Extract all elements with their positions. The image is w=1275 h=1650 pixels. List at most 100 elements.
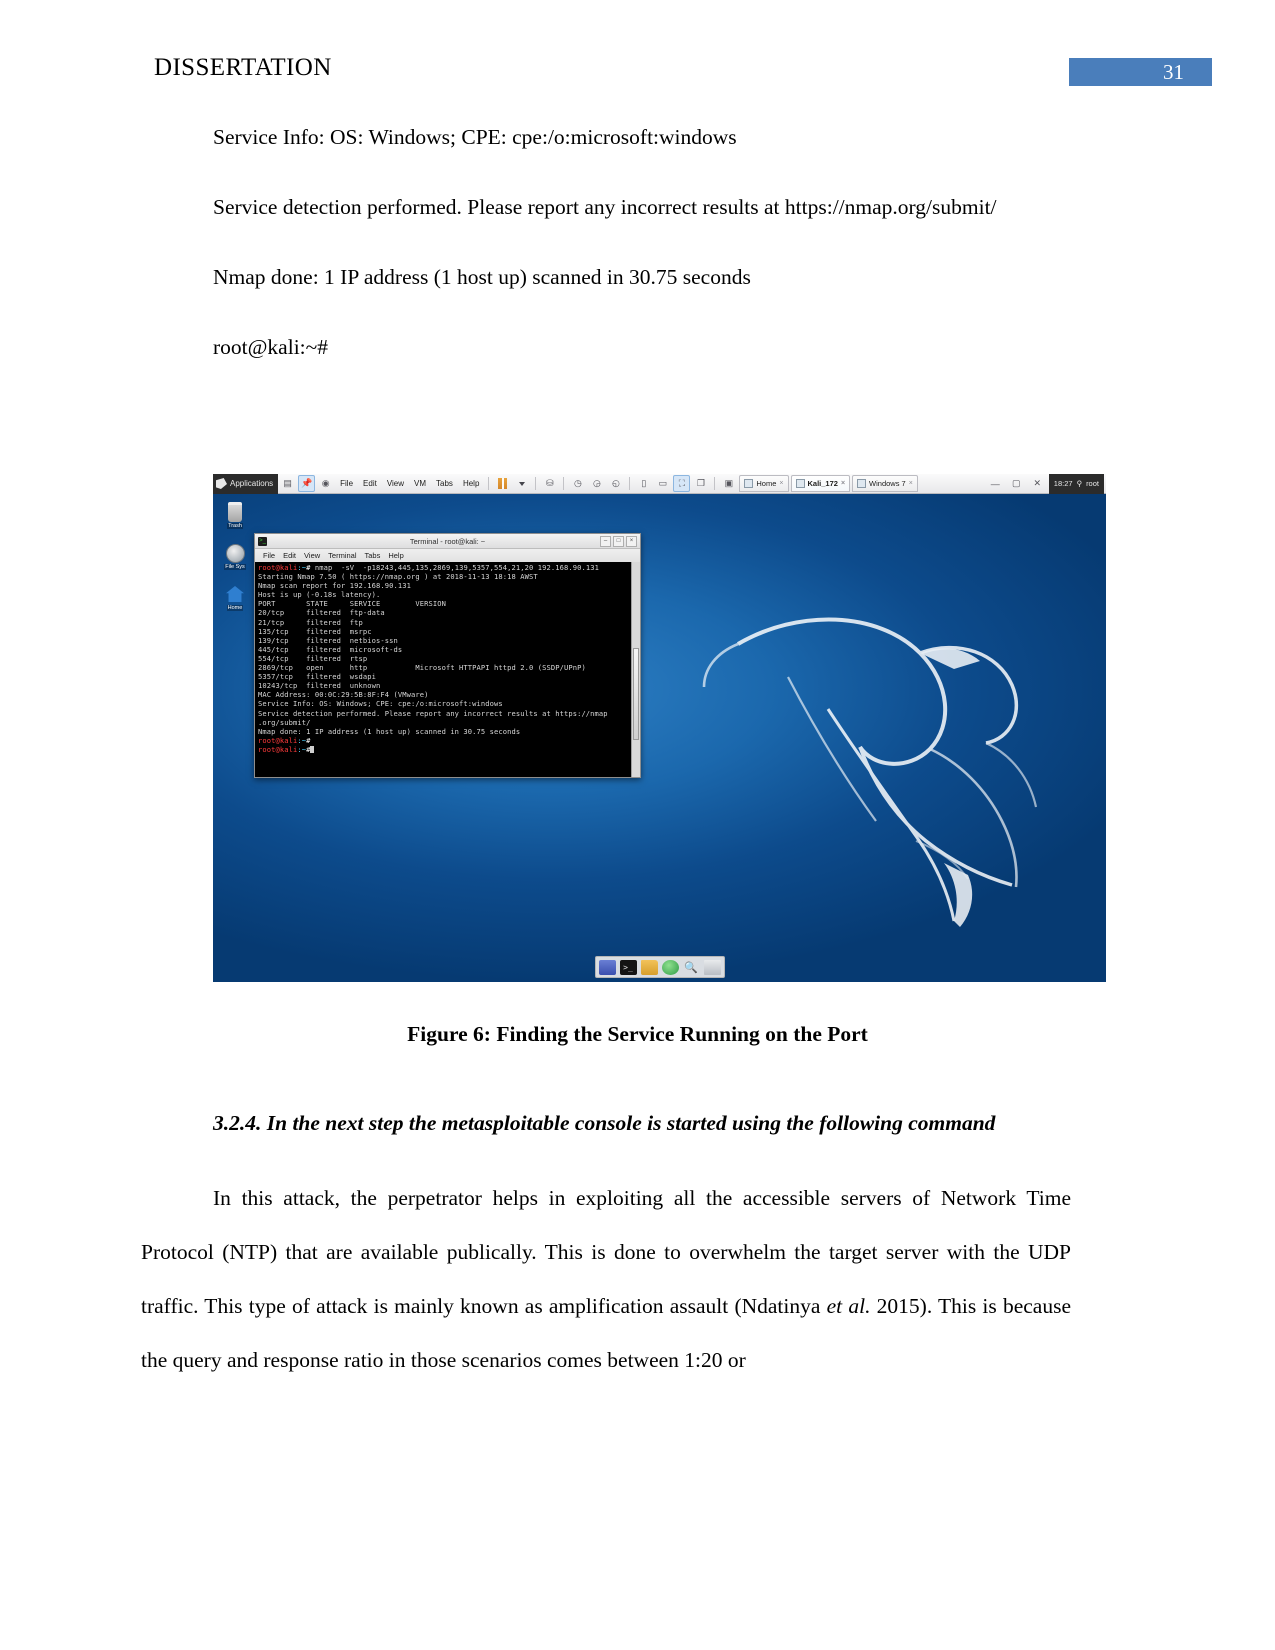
snapshot-icon[interactable]: ⛁ xyxy=(541,475,558,492)
revert-snapshot-icon[interactable]: ◶ xyxy=(588,475,605,492)
vm-menu-file[interactable]: File xyxy=(335,479,358,488)
terminal-prompt-tail: # xyxy=(306,735,311,745)
files-icon[interactable] xyxy=(703,959,721,975)
vm-tab-home-label: Home xyxy=(756,479,777,488)
vm-tab-kali-label: Kali_172 xyxy=(807,479,838,488)
terminal-output-line: 10243/tcp filtered unknown xyxy=(258,681,381,691)
desktop-icon-trash[interactable]: Trash xyxy=(225,502,245,529)
terminal-command-text: nmap -sV -p18243,445,135,2869,139,5357,5… xyxy=(314,563,599,572)
vm-tab-windows7[interactable]: Windows 7 × xyxy=(852,475,918,492)
unity-mode-icon[interactable]: ❐ xyxy=(692,475,709,492)
browser-globe-icon[interactable] xyxy=(661,959,679,975)
vm-tab-icon xyxy=(795,479,805,488)
vm-tab-kali[interactable]: Kali_172 × xyxy=(790,475,851,492)
terminal-scrollbar[interactable] xyxy=(631,562,640,777)
new-tab-icon[interactable]: ▣ xyxy=(720,475,737,492)
page-number: 31 xyxy=(1163,60,1184,84)
terminal-scrollbar-thumb[interactable] xyxy=(633,648,639,741)
maximize-icon[interactable]: □ xyxy=(613,535,624,547)
terminal-menu-view[interactable]: View xyxy=(300,551,324,560)
close-icon[interactable]: × xyxy=(909,480,913,487)
close-icon[interactable]: × xyxy=(841,480,845,487)
terminal-menu-file[interactable]: File xyxy=(259,551,279,560)
terminal-output-line: .org/submit/ xyxy=(258,717,311,727)
close-icon[interactable]: × xyxy=(779,480,783,487)
desktop-icon-home-label: Home xyxy=(226,605,244,611)
suspend-icon[interactable] xyxy=(494,475,511,492)
terminal-window-buttons: – □ × xyxy=(600,535,637,547)
terminal-title: Terminal - root@kali: ~ xyxy=(409,536,486,546)
terminal-prompt-path: :~ xyxy=(297,563,307,572)
section-heading-3-2-4: 3.2.4. In the next step the metasploitab… xyxy=(213,1110,996,1135)
close-icon[interactable]: × xyxy=(626,535,637,547)
terminal-titlebar[interactable]: >_ Terminal - root@kali: ~ – □ × xyxy=(255,534,640,549)
kali-system-tray: 18:27 ⚲ root xyxy=(1048,474,1104,494)
terminal-output-line: 20/tcp filtered ftp-data xyxy=(258,608,385,618)
desktop-dock: >_ 🔍 xyxy=(594,956,725,978)
terminal-menu-tabs[interactable]: Tabs xyxy=(361,551,385,560)
power-dropdown-icon[interactable] xyxy=(513,475,530,492)
current-user-label[interactable]: root xyxy=(1086,479,1099,488)
vmware-toolbar-right: — ▢ ✕ 18:27 ⚲ root xyxy=(986,474,1106,494)
home-icon xyxy=(225,584,245,604)
clock-label[interactable]: 18:27 xyxy=(1054,479,1073,488)
applications-menu-label: Applications xyxy=(230,479,274,488)
kali-desktop-screenshot: Applications ▤ 📌 ◉ File Edit View VM Tab… xyxy=(213,474,1106,982)
folder-icon[interactable] xyxy=(640,959,658,975)
terminal-window[interactable]: >_ Terminal - root@kali: ~ – □ × File Ed… xyxy=(254,533,641,778)
vm-menu-help[interactable]: Help xyxy=(458,479,484,488)
terminal-cursor xyxy=(310,745,315,753)
terminal-prompt-path: :~ xyxy=(297,744,307,754)
terminal-icon[interactable]: >_ xyxy=(619,959,637,975)
document-body-top: Service Info: OS: Windows; CPE: cpe:/o:m… xyxy=(0,110,1275,374)
vm-menu-vm[interactable]: VM xyxy=(409,479,431,488)
snapshot-manager-icon[interactable]: ◵ xyxy=(607,475,624,492)
show-sidebar-icon[interactable]: ▯ xyxy=(635,475,652,492)
vm-tab-icon xyxy=(857,479,867,488)
desktop-icon-filesystem-label: File Sys xyxy=(224,564,246,570)
vm-tab-home[interactable]: Home × xyxy=(739,475,789,492)
toolbar-divider xyxy=(563,477,565,490)
terminal-output-line: Nmap scan report for 192.168.90.131 xyxy=(258,581,411,591)
vmware-logo-icon: ◉ xyxy=(321,478,330,488)
applications-menu-button[interactable]: Applications xyxy=(213,474,279,494)
terminal-menu-edit[interactable]: Edit xyxy=(279,551,300,560)
terminal-menu-help[interactable]: Help xyxy=(384,551,407,560)
terminal-active-prompt-line: root@kali:~# xyxy=(258,745,638,754)
take-snapshot-icon[interactable]: ◷ xyxy=(569,475,586,492)
terminal-prompt-user: root@kali xyxy=(258,735,298,745)
window-list-icon[interactable]: ▤ xyxy=(279,475,296,492)
vm-tab-windows7-label: Windows 7 xyxy=(869,479,906,488)
kali-desktop: Trash File Sys Home >_ Terminal - root@k… xyxy=(213,494,1106,982)
close-window-icon[interactable]: ✕ xyxy=(1029,475,1046,492)
page-header: DISSERTATION 31 xyxy=(0,0,1275,110)
home-tab-icon xyxy=(744,479,754,488)
terminal-output-area[interactable]: root@kali:~# nmap -sV -p18243,445,135,28… xyxy=(255,562,640,777)
minimize-icon[interactable]: – xyxy=(600,535,611,547)
firefox-icon[interactable] xyxy=(598,959,616,975)
terminal-output-line: PORT STATE SERVICE VERSION xyxy=(258,599,446,609)
desktop-icon-home[interactable]: Home xyxy=(225,584,245,611)
terminal-menu-terminal[interactable]: Terminal xyxy=(324,551,360,560)
terminal-output-line: Service Info: OS: Windows; CPE: cpe:/o:m… xyxy=(258,699,503,709)
vmware-toolbar: Applications ▤ 📌 ◉ File Edit View VM Tab… xyxy=(213,474,1106,494)
desktop-icon-trash-label: Trash xyxy=(227,523,243,529)
vm-menu-edit[interactable]: Edit xyxy=(358,479,382,488)
terminal-prompt-tail: # xyxy=(306,563,315,572)
toolbar-divider xyxy=(714,477,716,490)
terminal-output-line: 135/tcp filtered msrpc xyxy=(258,626,372,636)
show-console-icon[interactable]: ▭ xyxy=(654,475,671,492)
paragraph-ntp-attack: In this attack, the perpetrator helps in… xyxy=(141,1171,1071,1387)
search-icon[interactable]: 🔍 xyxy=(683,960,700,975)
vm-menu-tabs[interactable]: Tabs xyxy=(431,479,458,488)
vm-menu-view[interactable]: View xyxy=(382,479,409,488)
paragraph-service-info: Service Info: OS: Windows; CPE: cpe:/o:m… xyxy=(213,125,737,149)
pin-icon[interactable]: 📌 xyxy=(298,475,316,492)
minimize-icon[interactable]: — xyxy=(987,475,1004,492)
document-body-bottom: 3.2.4. In the next step the metasploitab… xyxy=(0,1074,1275,1409)
filesystem-icon xyxy=(225,543,245,563)
desktop-icon-filesystem[interactable]: File Sys xyxy=(224,543,246,570)
maximize-icon[interactable]: ▢ xyxy=(1008,475,1025,492)
fullscreen-icon[interactable]: ⛶ xyxy=(673,475,691,492)
terminal-prompt-user: root@kali xyxy=(258,744,298,754)
